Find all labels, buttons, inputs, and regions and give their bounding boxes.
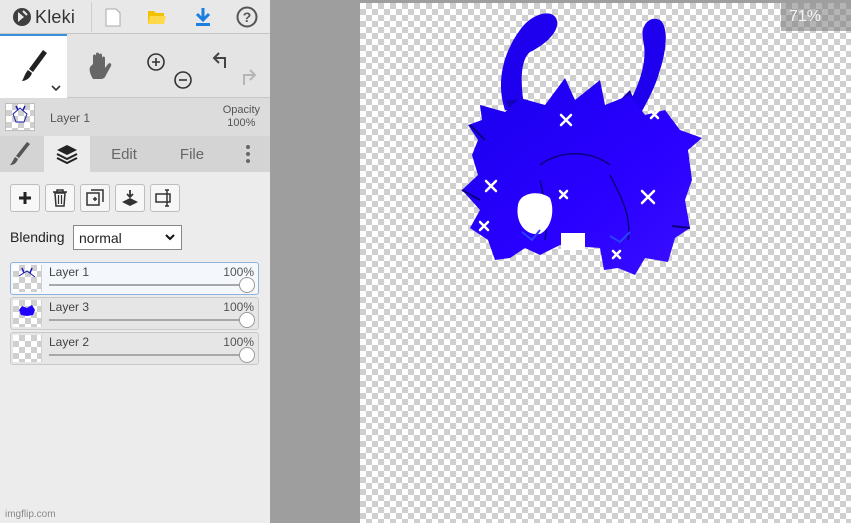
opacity-slider[interactable] bbox=[49, 284, 246, 286]
layers-panel: Blending normal Layer 1 100% Layer 3 100… bbox=[0, 172, 270, 523]
app-name: Kleki bbox=[35, 6, 76, 27]
chevron-down-icon[interactable] bbox=[51, 84, 61, 92]
layer-row[interactable]: Layer 3 100% bbox=[10, 297, 259, 330]
watermark: imgflip.com bbox=[5, 509, 56, 520]
hand-tool[interactable] bbox=[67, 34, 132, 98]
merge-down-icon bbox=[122, 190, 138, 206]
opacity-slider-handle[interactable] bbox=[239, 312, 255, 328]
active-layer-info: Layer 1 Opacity 100% bbox=[0, 98, 270, 136]
sidebar: Kleki ? Layer 1 Opacity 100% Edit File B… bbox=[0, 0, 270, 523]
layer-thumbnail-art bbox=[18, 267, 36, 278]
layer-thumbnail-art bbox=[12, 105, 28, 123]
zoom-controls bbox=[140, 34, 200, 98]
zoom-out-icon[interactable] bbox=[173, 70, 193, 90]
layer-name: Layer 2 bbox=[49, 335, 90, 349]
hand-icon bbox=[89, 52, 111, 79]
opacity-value: 100% bbox=[227, 117, 256, 129]
divider bbox=[91, 2, 92, 32]
blending-select[interactable]: normal bbox=[73, 225, 182, 250]
canvas-artwork bbox=[461, 13, 702, 275]
tab-file[interactable]: File bbox=[162, 136, 222, 172]
zoom-indicator: 71% bbox=[781, 3, 851, 31]
delete-layer-button[interactable] bbox=[45, 184, 75, 212]
opacity-slider-handle[interactable] bbox=[239, 277, 255, 293]
layer-row[interactable]: Layer 1 100% bbox=[10, 262, 259, 295]
active-layer-name: Layer 1 bbox=[50, 111, 91, 125]
history-controls bbox=[205, 34, 265, 98]
new-file-icon bbox=[105, 8, 121, 26]
layer-thumbnail-art bbox=[19, 305, 35, 316]
app-logo[interactable]: Kleki bbox=[12, 6, 75, 28]
brush-tool[interactable] bbox=[0, 34, 67, 98]
download-icon bbox=[195, 8, 211, 26]
kleki-logo-icon bbox=[13, 8, 31, 26]
panel-tabs: Edit File bbox=[0, 136, 270, 172]
chevron-down-icon bbox=[165, 234, 175, 241]
open-file-button[interactable] bbox=[142, 0, 172, 34]
layer-thumbnail bbox=[13, 265, 42, 292]
blending-label: Blending bbox=[10, 229, 65, 245]
help-button[interactable]: ? bbox=[232, 0, 262, 34]
more-vertical-icon bbox=[246, 145, 250, 163]
brush-icon bbox=[10, 142, 30, 165]
blending-value: normal bbox=[79, 229, 122, 246]
rename-icon bbox=[155, 189, 171, 207]
layer-thumbnail bbox=[13, 335, 42, 362]
layer-name: Layer 1 bbox=[49, 265, 90, 279]
save-button[interactable] bbox=[188, 0, 218, 34]
layer-name: Layer 3 bbox=[49, 300, 90, 314]
drawing-canvas[interactable] bbox=[360, 3, 851, 523]
merge-down-button[interactable] bbox=[115, 184, 145, 212]
tab-edit[interactable]: Edit bbox=[96, 136, 152, 172]
layer-row[interactable]: Layer 2 100% bbox=[10, 332, 259, 365]
duplicate-icon bbox=[86, 189, 104, 206]
opacity-label: Opacity bbox=[222, 104, 260, 116]
active-layer-thumbnail bbox=[5, 103, 35, 131]
layer-thumbnail bbox=[13, 300, 42, 327]
active-layer-opacity: Opacity 100% bbox=[223, 104, 260, 130]
tab-layers[interactable] bbox=[44, 136, 90, 172]
svg-text:?: ? bbox=[243, 9, 252, 25]
opacity-slider[interactable] bbox=[49, 319, 246, 321]
brush-icon bbox=[21, 50, 47, 81]
rename-layer-button[interactable] bbox=[150, 184, 180, 212]
help-icon: ? bbox=[236, 6, 258, 28]
top-bar: Kleki ? bbox=[0, 0, 270, 34]
layers-icon bbox=[56, 145, 78, 165]
add-layer-button[interactable] bbox=[10, 184, 40, 212]
plus-icon bbox=[19, 192, 31, 204]
trash-icon bbox=[53, 189, 67, 207]
undo-icon[interactable] bbox=[211, 50, 233, 70]
tab-brush[interactable] bbox=[0, 136, 40, 172]
opacity-slider-handle[interactable] bbox=[239, 347, 255, 363]
more-menu-button[interactable] bbox=[236, 136, 260, 172]
zoom-in-icon[interactable] bbox=[146, 52, 166, 72]
opacity-slider[interactable] bbox=[49, 354, 246, 356]
redo-icon[interactable] bbox=[236, 67, 258, 87]
duplicate-layer-button[interactable] bbox=[80, 184, 110, 212]
new-file-button[interactable] bbox=[98, 0, 128, 34]
tool-row bbox=[0, 34, 270, 98]
zoom-value: 71% bbox=[789, 8, 822, 25]
folder-icon bbox=[148, 11, 166, 24]
